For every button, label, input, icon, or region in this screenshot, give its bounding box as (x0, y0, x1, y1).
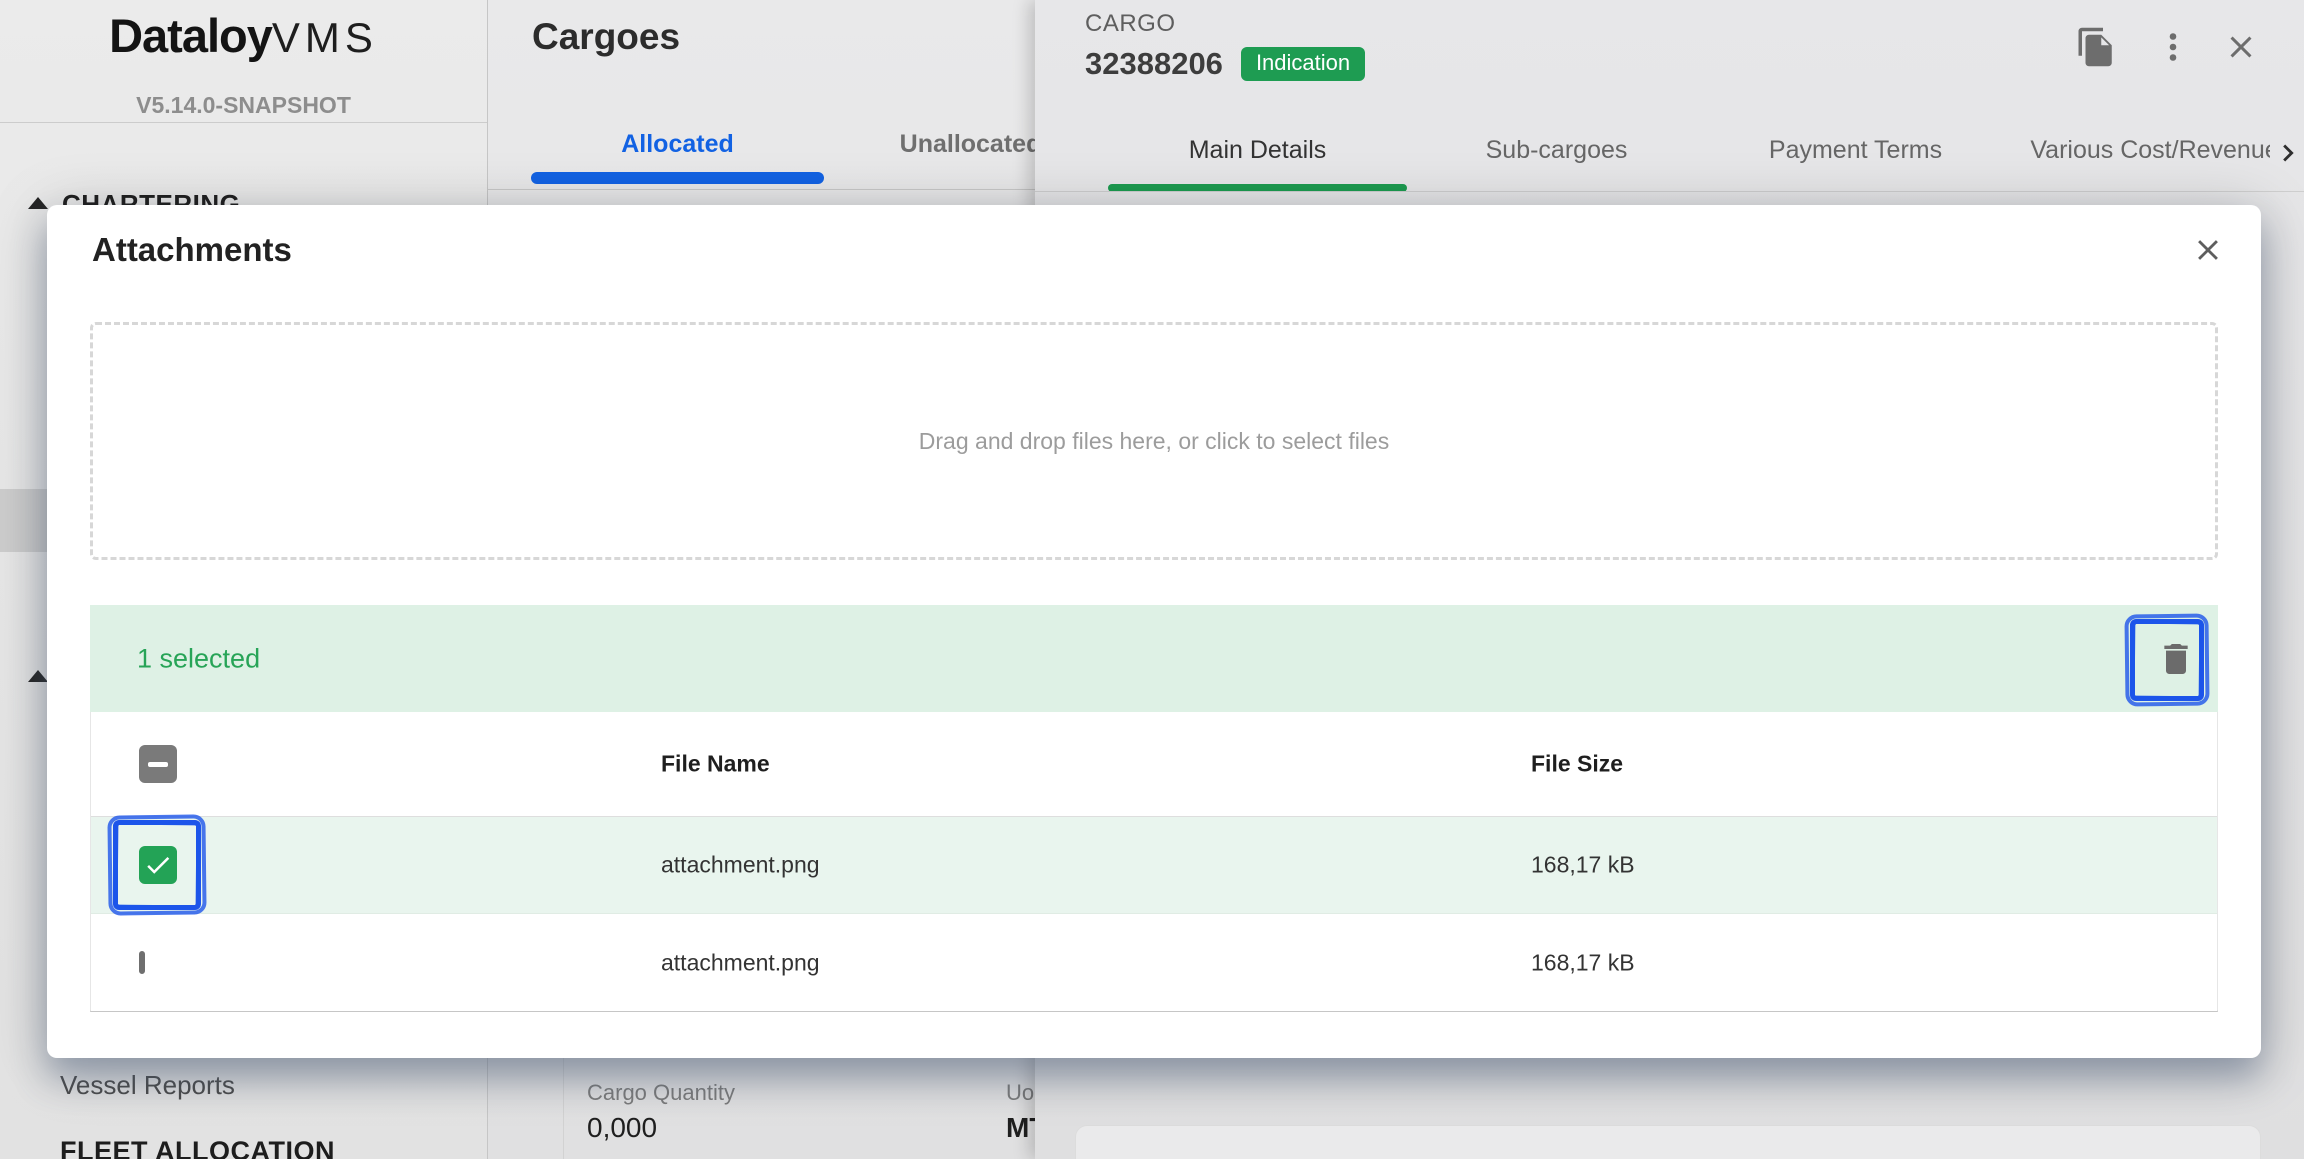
table-row[interactable]: attachment.png 168,17 kB (91, 817, 2217, 914)
uom-label: UoM (1006, 1080, 1035, 1106)
detail-tabs: Main Details Sub-cargoes Payment Terms V… (1035, 132, 2270, 184)
row-checkbox-unchecked[interactable] (139, 954, 145, 972)
file-name-cell: attachment.png (661, 852, 820, 879)
tabs-divider (488, 189, 1035, 190)
cargo-quantity-label: Cargo Quantity (587, 1080, 735, 1106)
cargo-quantity-value[interactable]: 0,000 (587, 1112, 657, 1144)
tab-sub-cargoes[interactable]: Sub-cargoes (1407, 136, 1706, 165)
modal-title: Attachments (92, 231, 292, 269)
detail-toolbar (2075, 26, 2295, 74)
file-name-cell: attachment.png (661, 949, 820, 976)
active-tab-indicator (531, 172, 824, 184)
tab-main-details[interactable]: Main Details (1108, 136, 1407, 165)
file-dropzone[interactable]: Drag and drop files here, or click to se… (90, 322, 2218, 560)
detail-content-card (1075, 1125, 2261, 1159)
indeterminate-checkbox-icon (139, 745, 177, 783)
select-all-checkbox[interactable] (139, 745, 177, 783)
tabs-divider (1035, 191, 2304, 192)
tab-unallocated[interactable]: Unallocated (824, 130, 1035, 159)
selection-bar: 1 selected (90, 605, 2218, 712)
collapse-triangle-icon[interactable] (28, 670, 48, 682)
tab-payment-terms[interactable]: Payment Terms (1706, 136, 2005, 165)
column-header-file-size: File Size (1531, 751, 1623, 778)
logo-brand: Dataloy (109, 9, 272, 62)
table-header-row: File Name File Size (91, 712, 2217, 817)
card-edge (563, 1058, 564, 1159)
status-badge: Indication (1241, 47, 1365, 81)
selection-count: 1 selected (137, 643, 260, 674)
close-icon[interactable] (2223, 29, 2259, 70)
cargo-kicker: CARGO (1085, 10, 1176, 38)
uom-value[interactable]: MT (1006, 1112, 1035, 1144)
sidebar-item-vessel-reports[interactable]: Vessel Reports (60, 1070, 235, 1101)
modal-close-icon[interactable] (2191, 233, 2225, 272)
file-size-cell: 168,17 kB (1531, 949, 1635, 976)
cargo-id: 32388206 (1085, 46, 1223, 82)
attachments-table: File Name File Size attachment.png 168,1… (90, 712, 2218, 1012)
dropzone-hint: Drag and drop files here, or click to se… (919, 428, 1389, 455)
table-row[interactable]: attachment.png 168,17 kB (91, 914, 2217, 1011)
tab-allocated[interactable]: Allocated (531, 130, 824, 159)
logo-suffix: VMS (272, 14, 378, 61)
app-version: V5.14.0-SNAPSHOT (0, 92, 487, 119)
tab-various-cost-revenue[interactable]: Various Cost/Revenue (2005, 136, 2270, 165)
sidebar-divider (0, 122, 487, 123)
column-header-file-name: File Name (661, 751, 770, 778)
kebab-menu-icon[interactable] (2155, 29, 2191, 70)
delete-button[interactable] (2154, 637, 2198, 681)
app-root: DataloyVMS V5.14.0-SNAPSHOT CHARTERING V… (0, 0, 2304, 1159)
page-title: Cargoes (532, 16, 680, 58)
copy-icon[interactable] (2075, 26, 2117, 73)
cargo-id-row: 32388206 Indication (1085, 46, 1365, 82)
unchecked-checkbox-icon (139, 951, 145, 974)
file-size-cell: 168,17 kB (1531, 852, 1635, 879)
checked-checkbox-icon (139, 846, 177, 884)
app-logo: DataloyVMS (0, 8, 487, 63)
collapse-triangle-icon[interactable] (28, 197, 48, 209)
trash-icon (2156, 639, 2196, 679)
chevron-right-icon[interactable] (2271, 136, 2304, 175)
row-checkbox-checked[interactable] (139, 846, 177, 884)
sidebar-section-fleet-allocation[interactable]: FLEET ALLOCATION (60, 1136, 335, 1159)
attachments-modal: Attachments Drag and drop files here, or… (47, 205, 2261, 1058)
